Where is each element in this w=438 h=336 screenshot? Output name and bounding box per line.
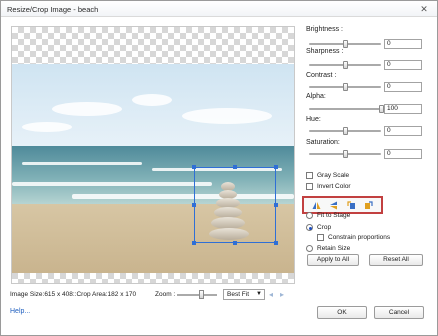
hue-label: Hue: bbox=[306, 116, 321, 123]
alpha-label: Alpha: bbox=[306, 93, 326, 100]
crop-handle-bottom[interactable] bbox=[233, 241, 237, 245]
hue-slider[interactable] bbox=[309, 127, 381, 135]
constrain-proportions-label: Constrain proportions bbox=[328, 234, 391, 241]
slider-thumb[interactable] bbox=[343, 40, 348, 48]
cloud bbox=[22, 122, 72, 132]
constrain-proportions-checkbox[interactable] bbox=[317, 234, 324, 241]
slider-thumb[interactable] bbox=[343, 83, 348, 91]
flip-vertical-icon[interactable] bbox=[329, 201, 338, 210]
contrast-input[interactable]: 0 bbox=[384, 82, 422, 92]
sharpness-input[interactable]: 0 bbox=[384, 60, 422, 70]
wave bbox=[22, 162, 142, 165]
cloud bbox=[182, 108, 272, 124]
zoom-select-value: Best Fit bbox=[227, 291, 250, 298]
gray-scale-label: Gray Scale bbox=[317, 172, 350, 179]
crop-option[interactable]: Crop bbox=[306, 224, 331, 231]
apply-to-all-button[interactable]: Apply to All bbox=[307, 254, 359, 266]
window-title: Resize/Crop Image - beach bbox=[7, 5, 99, 14]
saturation-label: Saturation: bbox=[306, 139, 340, 146]
retain-size-option[interactable]: Retain Size bbox=[306, 245, 350, 252]
crop-radio[interactable] bbox=[306, 224, 313, 231]
resize-crop-dialog: Resize/Crop Image - beach ✕ Brightness:… bbox=[0, 0, 438, 336]
zoom-select[interactable]: Best Fit ▼ bbox=[223, 289, 265, 300]
ok-button[interactable]: OK bbox=[317, 306, 367, 319]
zoom-slider[interactable] bbox=[177, 294, 217, 296]
fit-to-stage-radio[interactable] bbox=[306, 212, 313, 219]
contrast-slider[interactable] bbox=[309, 83, 381, 91]
image-canvas[interactable] bbox=[11, 26, 295, 284]
crop-handle-top-left[interactable] bbox=[192, 165, 196, 169]
zoom-label: Zoom : bbox=[155, 291, 176, 298]
slider-thumb[interactable] bbox=[343, 61, 348, 69]
reset-all-button[interactable]: Reset All bbox=[369, 254, 423, 266]
crop-label: Crop bbox=[317, 224, 332, 231]
saturation-slider[interactable] bbox=[309, 150, 381, 158]
sharpness-label: Sharpness : bbox=[306, 48, 344, 55]
arrow-left-icon[interactable]: ◂ bbox=[269, 290, 273, 299]
image-size-status: Image Size:615 x 408::Crop Area:182 x 17… bbox=[10, 291, 137, 298]
invert-color-option[interactable]: Invert Color bbox=[306, 183, 351, 190]
retain-size-label: Retain Size bbox=[317, 245, 351, 252]
slider-thumb[interactable] bbox=[343, 127, 348, 135]
retain-size-radio[interactable] bbox=[306, 245, 313, 252]
rotate-left-icon[interactable] bbox=[347, 200, 356, 210]
saturation-input[interactable]: 0 bbox=[384, 149, 422, 159]
crop-handle-bottom-right[interactable] bbox=[274, 241, 278, 245]
sharpness-slider[interactable] bbox=[309, 61, 381, 69]
gray-scale-checkbox[interactable] bbox=[306, 172, 313, 179]
brightness-label: Brightness : bbox=[306, 26, 343, 33]
cloud bbox=[52, 102, 122, 116]
alpha-slider[interactable] bbox=[309, 105, 384, 113]
crop-handle-top[interactable] bbox=[233, 165, 237, 169]
crop-handle-left[interactable] bbox=[192, 203, 196, 207]
zoom-slider-thumb[interactable] bbox=[199, 290, 204, 299]
invert-color-label: Invert Color bbox=[317, 183, 351, 190]
photo-sky bbox=[12, 64, 294, 146]
constrain-proportions-option[interactable]: Constrain proportions bbox=[317, 234, 390, 241]
stone bbox=[209, 228, 249, 240]
contrast-label: Contrast : bbox=[306, 72, 337, 79]
arrow-right-icon[interactable]: ▸ bbox=[280, 290, 284, 299]
slider-thumb[interactable] bbox=[343, 150, 348, 158]
crop-handle-top-right[interactable] bbox=[274, 165, 278, 169]
title-bar: Resize/Crop Image - beach ✕ bbox=[1, 1, 437, 17]
invert-color-checkbox[interactable] bbox=[306, 183, 313, 190]
cloud bbox=[132, 94, 172, 106]
crop-handle-bottom-left[interactable] bbox=[192, 241, 196, 245]
gray-scale-option[interactable]: Gray Scale bbox=[306, 172, 349, 179]
crop-handle-right[interactable] bbox=[274, 203, 278, 207]
rotate-right-icon[interactable] bbox=[364, 200, 373, 210]
brightness-slider[interactable] bbox=[309, 40, 381, 48]
crop-selection[interactable] bbox=[192, 165, 278, 245]
alpha-input[interactable]: 100 bbox=[384, 104, 422, 114]
brightness-input[interactable]: 0 bbox=[384, 39, 422, 49]
cancel-button[interactable]: Cancel bbox=[374, 306, 424, 319]
chevron-down-icon: ▼ bbox=[256, 291, 262, 297]
fit-to-stage-option[interactable]: Fit to Stage bbox=[306, 212, 350, 219]
flip-horizontal-icon[interactable] bbox=[312, 201, 321, 210]
close-icon[interactable]: ✕ bbox=[417, 3, 431, 15]
hue-input[interactable]: 0 bbox=[384, 126, 422, 136]
help-link[interactable]: Help... bbox=[10, 308, 30, 315]
wave bbox=[12, 182, 212, 186]
fit-to-stage-label: Fit to Stage bbox=[317, 212, 351, 219]
